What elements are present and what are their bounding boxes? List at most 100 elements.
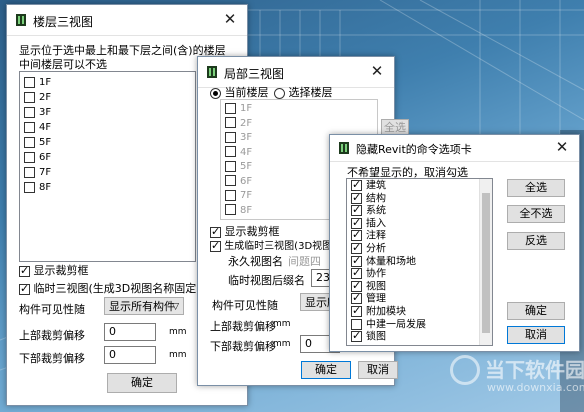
floor-list[interactable]: 1F 2F 3F 4F 5F 6F 7F 8F [19,71,196,262]
list-item[interactable]: 1F [221,101,377,116]
list-item-label: 1F [39,77,52,88]
checkbox-icon[interactable] [351,266,362,280]
checkbox-icon[interactable] [351,228,362,242]
checkbox-icon[interactable] [24,181,35,193]
checkbox-icon[interactable] [351,216,362,230]
permanent-name-input[interactable]: 间题四 [288,253,321,269]
checkbox-icon[interactable] [24,76,35,88]
radio-icon[interactable] [274,87,285,99]
checkbox-icon[interactable] [210,239,221,253]
checkbox-icon[interactable] [351,318,362,330]
radio-select-floor[interactable]: 选择楼层 [274,84,333,100]
checkbox-icon[interactable] [19,282,30,296]
list-item[interactable]: 协作 [347,266,492,281]
list-item[interactable]: 7F [20,165,195,180]
list-item[interactable]: 体量和场地 [347,254,492,269]
checkbox-icon[interactable] [225,131,236,143]
checkbox-icon[interactable] [225,175,236,186]
list-item[interactable]: 3F [20,105,195,120]
close-icon[interactable]: ✕ [221,10,239,28]
list-item-label: 5F [39,137,52,148]
checkbox-icon[interactable] [24,136,35,148]
ok-button[interactable]: 确定 [507,302,565,320]
list-item[interactable]: 分析 [347,241,492,256]
temp-view-checkbox[interactable]: 临时三视图(生成3D视图名称固定) [19,280,201,296]
radio-current-floor[interactable]: 当前楼层 [210,84,269,100]
checkbox-icon[interactable] [24,91,35,103]
list-item[interactable]: 8F [20,180,195,195]
list-item[interactable]: 5F [20,135,195,150]
watermark-brand: 当下软件园 [485,358,584,382]
checkbox-icon[interactable] [19,264,30,278]
checkbox-icon[interactable] [24,106,35,118]
checkbox-icon[interactable] [351,203,362,217]
list-item-label: 4F [39,122,52,133]
list-item-label: 7F [240,190,253,201]
list-item[interactable]: 结构 [347,191,492,206]
checkbox-icon[interactable] [225,146,236,157]
list-item[interactable]: 2F [20,90,195,105]
chevron-down-icon: ▽ [172,302,179,312]
upper-offset-label: 上部裁剪偏移 [19,329,85,342]
list-item[interactable]: 2F [221,116,377,131]
lower-offset-unit: mm [169,350,187,360]
checkbox-icon[interactable] [351,241,362,255]
list-item-label: 1F [240,103,253,114]
checkbox-icon[interactable] [210,225,221,239]
checkbox-icon[interactable] [351,191,362,205]
cancel-button[interactable]: 取消 [358,361,398,379]
show-crop-checkbox[interactable]: 显示裁剪框 [19,262,89,278]
checkbox-icon[interactable] [225,189,236,201]
list-item[interactable]: 锁图 [347,329,492,344]
tab-list[interactable]: 建筑结构系统插入注释分析体量和场地协作视图管理附加模块中建一局发展锁图 [346,178,493,346]
list-item[interactable]: 系统 [347,203,492,218]
checkbox-icon[interactable] [351,291,362,305]
lower-offset-input[interactable]: 0 [104,346,156,364]
upper-offset-input[interactable]: 0 [104,323,156,341]
list-item[interactable]: 中建一局发展 [347,318,492,332]
list-item-label: 管理 [366,293,386,305]
list-item[interactable]: 插入 [347,216,492,231]
title-bar[interactable]: 楼层三视图 ✕ [7,5,247,36]
checkbox-icon[interactable] [351,179,362,192]
checkbox-icon[interactable] [225,117,236,128]
app-icon [16,14,26,26]
list-item-label: 3F [240,132,253,143]
list-item[interactable]: 注释 [347,228,492,243]
watermark-logo-icon [450,355,480,385]
cancel-button[interactable]: 取消 [507,326,565,344]
list-item[interactable]: 视图 [347,279,492,294]
checkbox-icon[interactable] [225,160,236,172]
checkbox-icon[interactable] [24,121,35,133]
scrollbar[interactable] [479,179,492,345]
close-icon[interactable]: ✕ [368,62,386,80]
checkbox-icon[interactable] [351,254,362,268]
list-item[interactable]: 管理 [347,291,492,306]
ok-button[interactable]: 确定 [107,373,177,393]
select-all-button[interactable]: 全选 [507,179,565,197]
dialog-title: 楼层三视图 [33,15,94,29]
checkbox-icon[interactable] [351,304,362,318]
list-item[interactable]: 4F [20,120,195,135]
title-bar[interactable]: 隐藏Revit的命令选项卡 ✕ [330,135,579,162]
checkbox-icon[interactable] [24,151,35,163]
invert-button[interactable]: 反选 [507,232,565,250]
select-none-button[interactable]: 全不选 [507,205,565,223]
list-item[interactable]: 建筑 [347,179,492,193]
scrollbar-thumb[interactable] [482,193,490,333]
list-item[interactable]: 附加模块 [347,304,492,319]
checkbox-icon[interactable] [351,329,362,343]
checkbox-icon[interactable] [225,102,236,114]
checkbox-icon[interactable] [225,204,236,215]
list-item[interactable]: 1F [20,75,195,90]
radio-icon[interactable] [210,87,221,99]
close-icon[interactable]: ✕ [553,138,571,156]
temp-view-checkbox[interactable]: 生成临时三视图(3D视图名 [210,237,342,253]
visibility-select[interactable]: 显示所有构件 ▽ [104,297,184,315]
checkbox-icon[interactable] [24,166,35,178]
checkbox-icon[interactable] [351,279,362,293]
ok-button[interactable]: 确定 [301,361,351,379]
list-item-label: 2F [39,92,52,103]
list-item[interactable]: 6F [20,150,195,165]
list-item-label: 5F [240,161,253,172]
